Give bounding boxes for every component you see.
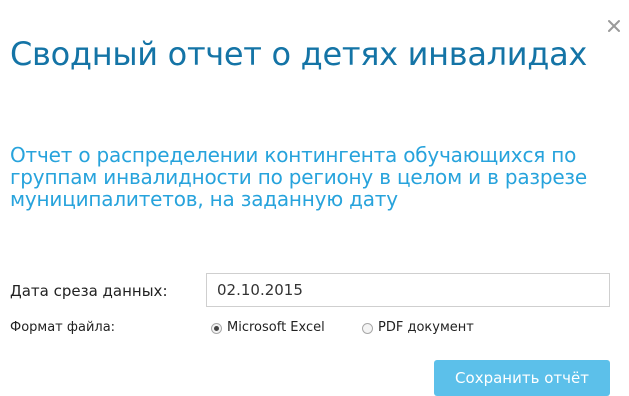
save-report-button[interactable]: Сохранить отчёт [434, 360, 610, 396]
close-icon[interactable] [607, 19, 621, 33]
format-option-pdf-label: PDF документ [378, 320, 474, 335]
date-label: Дата среза данных: [10, 282, 168, 300]
date-input[interactable] [206, 273, 610, 307]
dialog-title: Сводный отчет о детях инвалидах [10, 35, 588, 73]
format-option-excel-label: Microsoft Excel [227, 320, 325, 335]
format-option-excel[interactable]: Microsoft Excel [211, 319, 325, 337]
report-dialog: Сводный отчет о детях инвалидах Отчет о … [0, 0, 629, 396]
format-label: Формат файла: [10, 320, 116, 335]
dialog-subtitle: Отчет о распределении контингента обучаю… [10, 143, 587, 211]
format-option-pdf[interactable]: PDF документ [362, 319, 474, 337]
radio-checked-icon[interactable] [211, 322, 222, 334]
radio-unchecked-icon[interactable] [362, 322, 373, 334]
